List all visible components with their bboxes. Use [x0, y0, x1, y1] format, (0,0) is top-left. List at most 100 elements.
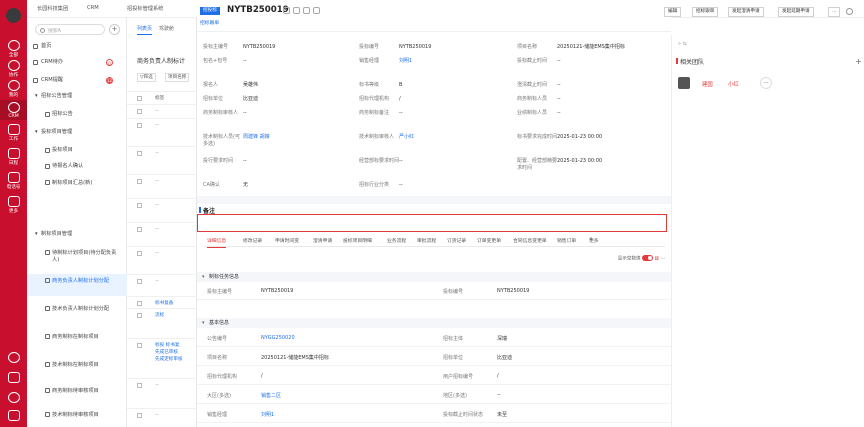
tab-details[interactable]: 详细信息 [207, 237, 227, 248]
follow-icon[interactable] [283, 7, 290, 14]
add-button[interactable]: + [109, 24, 120, 35]
menu-item-bid-summary[interactable]: 制标项目汇总(新) [27, 176, 127, 198]
table-row[interactable]: -- [127, 146, 197, 174]
row-checkbox[interactable] [137, 109, 142, 114]
row-checkbox[interactable] [137, 123, 142, 128]
row-checkbox[interactable] [137, 251, 142, 256]
row-checkbox[interactable] [137, 279, 142, 284]
menu-item-home[interactable]: 首页 [27, 40, 127, 53]
tab-list-page[interactable]: 列表页 [137, 25, 153, 35]
filter-field-select[interactable]: 项目名称 [165, 73, 190, 82]
menu-item-biz-plan[interactable]: 商务负责人制标计划分配 [27, 274, 127, 296]
rail-item-collab[interactable]: 协作 [0, 60, 27, 78]
table-row[interactable]: -- [127, 378, 197, 408]
table-row[interactable]: -- [127, 222, 197, 246]
rail-bottom-2[interactable] [0, 372, 27, 383]
menu-item-bid-project[interactable]: 投标项目 [27, 144, 127, 157]
chevron-right-icon[interactable] [313, 7, 320, 14]
rail-item-work[interactable]: 工作 [0, 124, 27, 142]
team-member[interactable]: 建国 [702, 80, 713, 88]
menu-item-pending-registrant[interactable]: 待报名人确认 [27, 160, 127, 173]
menu-item-tech-plan[interactable]: 技术负责人制标计划分配 [27, 302, 127, 324]
menu-group-tender-notice[interactable]: ▾ 招标公告管理 [27, 90, 127, 103]
menu-item-biz-review[interactable]: 商务制标待审核项目 [27, 384, 127, 406]
share-icon[interactable] [293, 7, 300, 14]
menu-group-bid-making[interactable]: ▾ 制标项目管理 [27, 228, 127, 241]
row-value-link[interactable]: 销售二区 [261, 392, 281, 399]
tab-business-flow[interactable]: 业务流程 [387, 237, 406, 244]
row-value-link[interactable]: NYGG250020 [261, 335, 295, 341]
row-checkbox[interactable] [137, 313, 142, 318]
row-checkbox[interactable] [137, 413, 142, 418]
tab-contract-change[interactable]: 合同信息变更单 [513, 237, 547, 244]
tab-clarify[interactable]: 澄清申请 [313, 237, 332, 244]
breadcrumb-crm[interactable]: CRM [87, 5, 99, 11]
menu-item-crm-todo[interactable]: CRM待办 0 [27, 56, 127, 69]
collapse-icon[interactable]: » ⇆ [678, 41, 687, 47]
menu-search-input[interactable]: 搜索A [35, 24, 105, 35]
table-row[interactable]: -- [127, 246, 197, 274]
table-row[interactable]: 标书复备 [127, 296, 197, 308]
tab-cockpit[interactable]: 驾驶舱 [159, 25, 174, 32]
rail-item-calendar[interactable]: 日程 [0, 148, 27, 166]
row-checkbox[interactable] [137, 301, 142, 306]
table-row[interactable]: 标投 标书复 先成已审核 先成定标审核 [127, 338, 197, 378]
add-member-icon[interactable]: + [855, 57, 862, 66]
rail-item-mine[interactable]: 我的 [0, 80, 27, 98]
group-task-info[interactable]: 制标任务信息 [197, 272, 671, 282]
table-row[interactable]: -- [127, 104, 197, 118]
menu-item-biz-inprogress[interactable]: 商务制标在制标项目 [27, 330, 127, 352]
more-members-button[interactable]: — [760, 77, 772, 89]
rail-item-crm[interactable]: CRM [0, 100, 27, 120]
group-basic-info[interactable]: 基本信息 [197, 318, 671, 328]
rail-item-more[interactable]: 更多 [0, 196, 27, 214]
table-row[interactable]: -- [127, 118, 197, 146]
row-checkbox[interactable] [137, 151, 142, 156]
tab-bid-detail[interactable]: 投标项目明细 [343, 237, 372, 244]
tab-order-records[interactable]: 订货记录 [447, 237, 466, 244]
rail-bottom-1[interactable] [0, 352, 27, 363]
rail-bottom-3[interactable] [0, 392, 27, 403]
bid-follow-button[interactable]: 招标跟单 [692, 7, 719, 17]
rail-bottom-4[interactable] [0, 410, 27, 421]
menu-item-tech-review[interactable]: 技术制标待审核项目 [27, 408, 127, 427]
rail-item-all[interactable]: 全部 [0, 40, 27, 58]
table-row[interactable]: -- [127, 274, 197, 296]
layout-icon[interactable]: ▥ [655, 257, 659, 262]
more-icon[interactable]: ⋯ [660, 257, 665, 262]
breadcrumb-system[interactable]: 招投标管理系统 [127, 5, 163, 12]
row-checkbox[interactable] [137, 203, 142, 208]
team-member[interactable]: 小红 [728, 80, 739, 88]
tab-order-change[interactable]: 订单变更单 [477, 237, 501, 244]
tab-sales-order[interactable]: 销售订单 [557, 237, 576, 244]
field-value-link[interactable]: 刘明1 [399, 58, 412, 65]
remark-field[interactable] [197, 214, 667, 232]
field-value-link[interactable]: 周建锋 胡婧 [243, 134, 271, 141]
chevron-left-icon[interactable] [303, 7, 310, 14]
table-row[interactable]: -- [127, 198, 197, 222]
menu-item-crm-remind[interactable]: CRM提醒 12 [27, 74, 127, 87]
record-subtitle[interactable]: 招标跟单 [200, 19, 219, 26]
tab-time-change[interactable]: 申请时间变 [275, 237, 299, 244]
row-checkbox[interactable] [137, 343, 142, 348]
rail-item-phone[interactable]: 电话号 [0, 172, 27, 190]
filter-button[interactable]: ▽筛选 [137, 73, 156, 82]
field-value-link[interactable]: 严小红 [399, 134, 414, 141]
tab-change-log[interactable]: 修改记录 [243, 237, 262, 244]
row-checkbox[interactable] [137, 179, 142, 184]
refresh-icon[interactable] [846, 8, 853, 15]
menu-item-tender-notice[interactable]: 招标公告 [27, 108, 127, 121]
menu-item-tech-inprogress[interactable]: 技术制标在制标项目 [27, 358, 127, 380]
breadcrumb-org[interactable]: 长园科技集团 [37, 5, 68, 12]
table-row[interactable]: 流标 [127, 308, 197, 338]
edit-button[interactable]: 编辑 [664, 7, 682, 17]
table-row[interactable]: -- [127, 408, 197, 427]
select-all-checkbox[interactable] [137, 96, 142, 101]
tab-approval-flow[interactable]: 审批流程 [417, 237, 436, 244]
show-empty-toggle[interactable] [642, 255, 654, 261]
menu-group-bid-project[interactable]: ▾ 投标项目管理 [27, 126, 127, 139]
more-actions-button[interactable]: ... [828, 7, 841, 17]
row-checkbox[interactable] [137, 227, 142, 232]
row-value-link[interactable]: 刘明1 [261, 411, 274, 418]
clarify-request-button[interactable]: 发起澄清申请 [728, 7, 764, 17]
